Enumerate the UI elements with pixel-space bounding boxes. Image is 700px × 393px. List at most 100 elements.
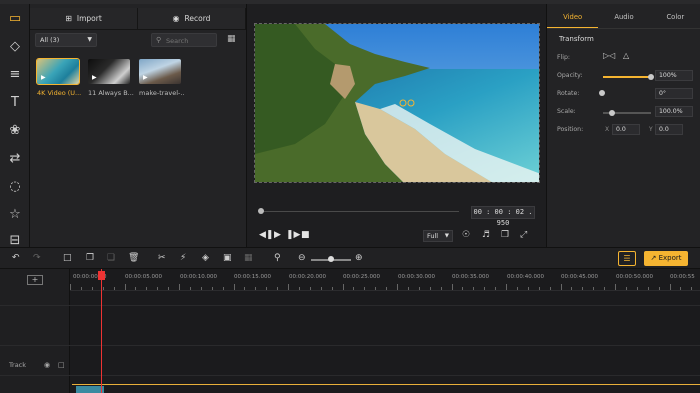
step-forward-icon[interactable]: ❚▶ bbox=[286, 230, 300, 240]
ruler-tick-label: 00:00:10.000 bbox=[180, 274, 217, 280]
media-clip-thumb[interactable]: ▶ bbox=[36, 58, 80, 85]
media-search[interactable]: ⚲ bbox=[151, 33, 217, 47]
playhead-handle[interactable] bbox=[98, 271, 105, 280]
ruler-tick-mark bbox=[669, 284, 671, 290]
add-track-button[interactable]: + bbox=[27, 275, 43, 285]
undo-icon[interactable]: ↶ bbox=[12, 252, 20, 264]
ruler-tick-mark bbox=[244, 287, 246, 290]
rotate-dial[interactable] bbox=[599, 90, 605, 96]
timeline-ruler[interactable]: 00:00:00.00 00:00:05.000 00:00:10.000 00… bbox=[70, 269, 700, 291]
marker-icon[interactable]: ◈ bbox=[202, 252, 209, 264]
video-editor-app: ▭ ◇ ≡ T ❀ ⇄ ◌ ☆ ⊟ ⊞ Import ◉ Record All … bbox=[0, 0, 700, 393]
ruler-tick-label: 00:00:55 bbox=[670, 274, 695, 280]
ruler-tick-mark bbox=[255, 287, 257, 290]
copy-icon[interactable]: ❐ bbox=[86, 252, 94, 264]
video-preview[interactable] bbox=[254, 23, 540, 183]
transition-icon[interactable]: ⇄ bbox=[7, 151, 23, 167]
media-top-buttons: ⊞ Import ◉ Record bbox=[30, 8, 246, 30]
filter-value: All (3) bbox=[40, 36, 60, 44]
redo-icon[interactable]: ↷ bbox=[33, 252, 41, 264]
video-icon: ▶ bbox=[41, 74, 46, 81]
opacity-slider-handle[interactable] bbox=[648, 74, 654, 80]
stop-icon[interactable]: ■ bbox=[301, 230, 310, 240]
ruler-tick-mark bbox=[124, 284, 126, 290]
ruler-tick-mark bbox=[593, 287, 595, 290]
audio-wave-icon[interactable]: ≡ bbox=[7, 67, 23, 83]
zoom-slider-handle[interactable] bbox=[328, 256, 334, 262]
track-divider bbox=[0, 375, 700, 376]
ruler-tick-label: 00:00:40.000 bbox=[507, 274, 544, 280]
zoom-out-icon[interactable]: ⊖ bbox=[298, 252, 306, 264]
fullscreen-icon[interactable]: ⤢ bbox=[520, 230, 527, 240]
scale-slider-handle[interactable] bbox=[609, 110, 615, 116]
ruler-tick-mark bbox=[571, 287, 573, 290]
crop-icon[interactable]: ▣ bbox=[223, 252, 232, 264]
ruler-tick-mark bbox=[353, 287, 355, 290]
effects-icon[interactable]: ❀ bbox=[7, 123, 23, 139]
timeline-clip[interactable] bbox=[72, 384, 700, 393]
mic-icon[interactable]: ⚲ bbox=[274, 252, 281, 264]
settings-icon[interactable]: ☰ bbox=[618, 251, 636, 266]
media-filter-select[interactable]: All (3) ▼ bbox=[35, 33, 97, 47]
quality-select[interactable]: Full ▼ bbox=[423, 230, 453, 242]
speed-icon[interactable]: ⚡ bbox=[180, 252, 186, 264]
ruler-tick-label: 00:00:45.000 bbox=[561, 274, 598, 280]
export-button[interactable]: ↗ Export bbox=[644, 251, 688, 266]
ruler-tick-mark bbox=[418, 287, 420, 290]
tab-color[interactable]: Color bbox=[650, 10, 700, 28]
sticker-icon[interactable]: ☆ bbox=[7, 207, 23, 223]
preview-scrub-track[interactable] bbox=[259, 211, 459, 212]
record-icon: ◉ bbox=[172, 14, 180, 23]
filter-icon[interactable]: ◌ bbox=[7, 179, 23, 195]
ruler-tick-label: 00:00:50.000 bbox=[616, 274, 653, 280]
ruler-tick-mark bbox=[527, 287, 529, 290]
scrub-handle[interactable] bbox=[258, 208, 264, 214]
crop-clip-icon[interactable]: □ bbox=[63, 252, 72, 264]
media-folder-icon[interactable]: ▭ bbox=[7, 11, 23, 27]
flip-vertical-icon[interactable]: △ bbox=[623, 51, 629, 60]
lock-icon[interactable]: □ bbox=[58, 361, 65, 369]
text-icon[interactable]: T bbox=[7, 95, 23, 111]
ruler-tick-mark bbox=[135, 287, 137, 290]
tab-video[interactable]: Video bbox=[547, 10, 599, 28]
transform-section-title: Transform bbox=[559, 35, 594, 43]
timeline-clip-thumbnail bbox=[76, 386, 104, 393]
flip-horizontal-icon[interactable]: ▷◁ bbox=[603, 51, 615, 60]
chevron-down-icon: ▼ bbox=[87, 36, 92, 43]
playhead[interactable] bbox=[101, 269, 102, 393]
scale-value[interactable]: 100.0% bbox=[655, 106, 693, 117]
position-label: Position: bbox=[557, 126, 584, 133]
ruler-tick-label: 00:00:15.000 bbox=[234, 274, 271, 280]
step-back-icon[interactable]: ◀❚ bbox=[259, 230, 273, 240]
tab-audio[interactable]: Audio bbox=[598, 10, 649, 28]
snapshot-icon[interactable]: ☉ bbox=[462, 230, 470, 240]
play-icon[interactable]: ▶ bbox=[274, 230, 281, 240]
delete-icon[interactable]: 🗑 bbox=[128, 252, 139, 264]
import-button[interactable]: ⊞ Import bbox=[30, 8, 138, 30]
paste-icon[interactable]: ❏ bbox=[107, 252, 115, 264]
position-x-field[interactable]: 0.0 bbox=[612, 124, 640, 135]
position-y-field[interactable]: 0.0 bbox=[655, 124, 683, 135]
ruler-tick-mark bbox=[189, 287, 191, 290]
video-icon: ▶ bbox=[92, 74, 97, 81]
scale-label: Scale: bbox=[557, 108, 576, 115]
ruler-tick-label: 00:00:25.000 bbox=[343, 274, 380, 280]
pip-icon[interactable]: ❐ bbox=[501, 230, 509, 240]
opacity-value[interactable]: 100% bbox=[655, 70, 693, 81]
track-label: Track bbox=[9, 361, 27, 369]
rotate-value[interactable]: 0° bbox=[655, 88, 693, 99]
search-input[interactable] bbox=[166, 35, 214, 46]
ruler-tick-label: 00:00:35.000 bbox=[452, 274, 489, 280]
media-clip-thumb[interactable]: ▶ bbox=[88, 59, 130, 84]
eye-icon[interactable]: ◉ bbox=[44, 361, 50, 369]
grid-view-icon[interactable]: ▦ bbox=[227, 34, 238, 45]
freeze-icon[interactable]: ▦ bbox=[244, 252, 253, 264]
zoom-in-icon[interactable]: ⊕ bbox=[355, 252, 363, 264]
layers-icon[interactable]: ◇ bbox=[7, 39, 23, 55]
record-button[interactable]: ◉ Record bbox=[138, 8, 246, 30]
ruler-tick-mark bbox=[298, 287, 300, 290]
ruler-tick-mark bbox=[222, 287, 224, 290]
split-icon[interactable]: ✂ bbox=[158, 252, 166, 264]
volume-icon[interactable]: ♬ bbox=[482, 230, 490, 240]
media-clip-thumb[interactable]: ▶ bbox=[139, 59, 181, 84]
